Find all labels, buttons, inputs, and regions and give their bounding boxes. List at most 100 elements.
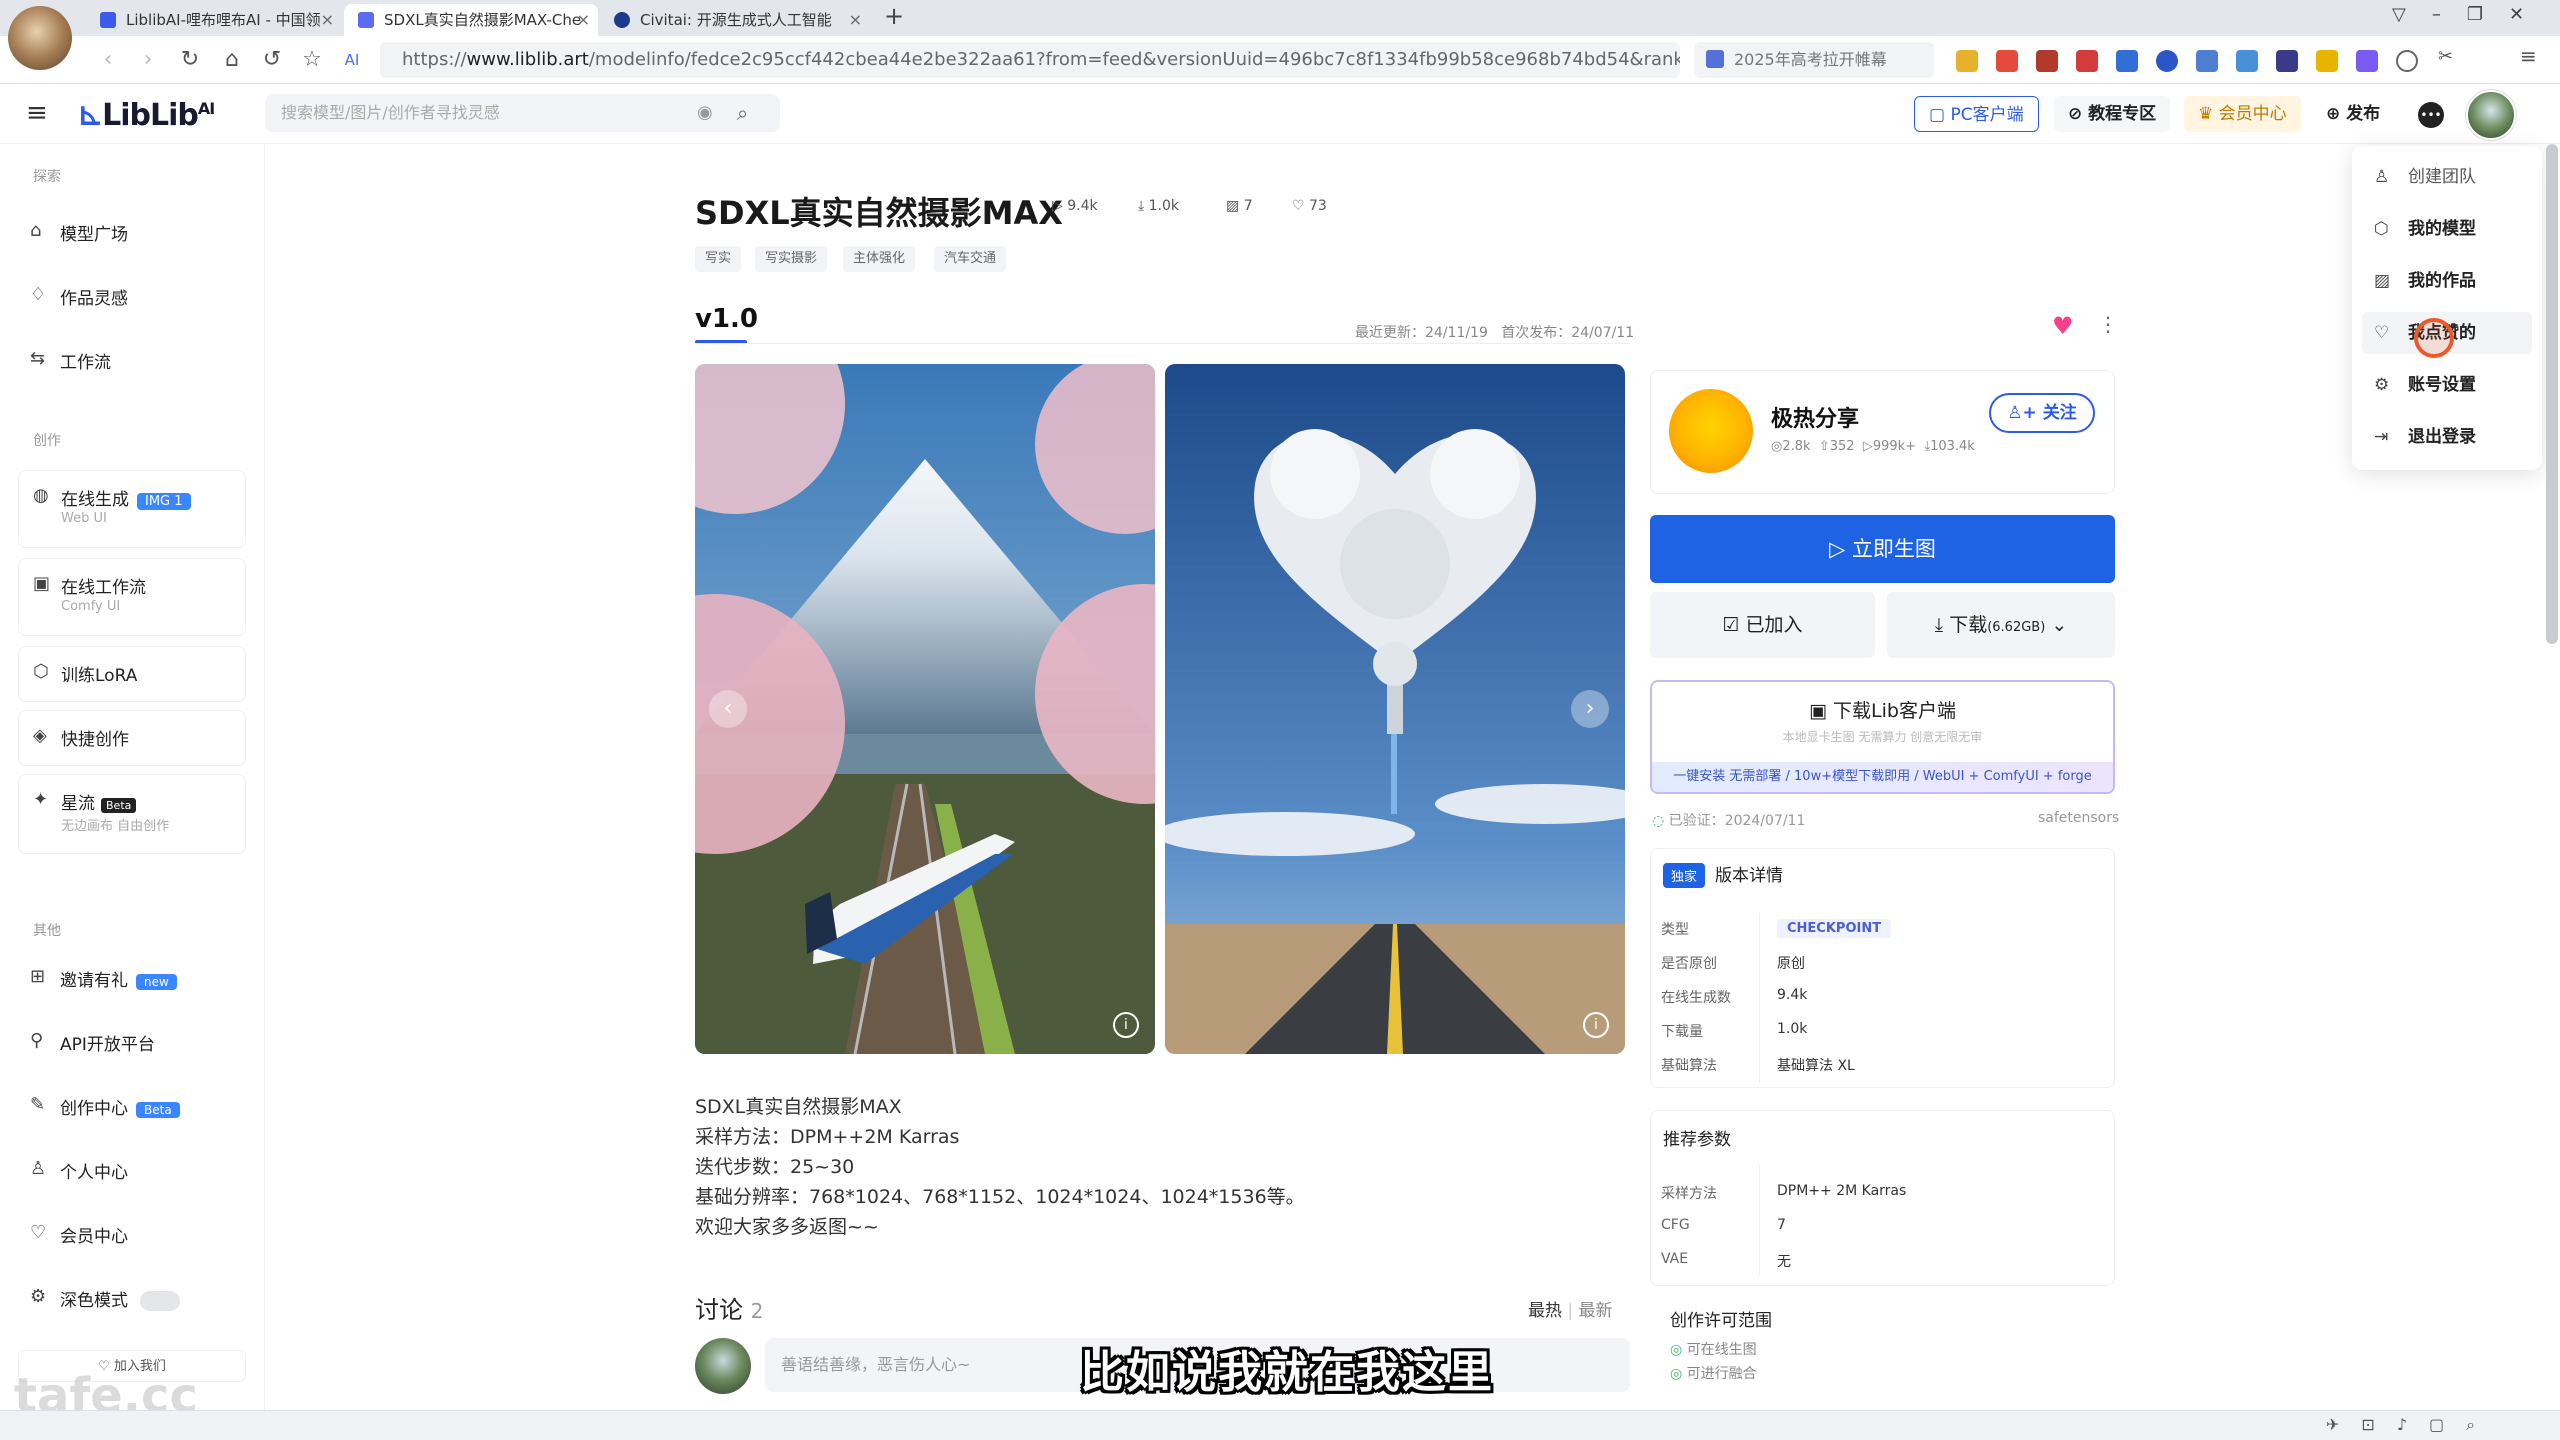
status-icons: ✈⊡♪▢⌕: [2326, 1415, 2498, 1434]
scissors-icon[interactable]: ✂: [2438, 46, 2460, 68]
workflow-grid-icon: ▣: [33, 573, 51, 594]
generate-button[interactable]: ▷ 立即生图: [1650, 515, 2115, 583]
version-tab[interactable]: v1.0: [695, 304, 758, 334]
search-icon[interactable]: ⌕: [737, 94, 748, 132]
add-user-icon: ♙: [2374, 167, 2390, 187]
like-icon: ⇧: [1818, 439, 1830, 454]
kv-divider: [1759, 1165, 1760, 1275]
menu-item-my-works[interactable]: ▨ 我的作品: [2362, 260, 2532, 302]
tag[interactable]: 写实: [695, 246, 742, 272]
pc-client-button[interactable]: ▢ PC客户端: [1914, 96, 2039, 132]
extension-icon[interactable]: [2196, 50, 2218, 72]
author-name[interactable]: 极热分享: [1771, 401, 1859, 433]
ai-extension-icon[interactable]: AI: [336, 44, 368, 76]
page-scrollbar[interactable]: [2546, 144, 2558, 644]
menu-item-logout[interactable]: ⇥ 退出登录: [2362, 416, 2532, 458]
menu-icon[interactable]: ≡: [2520, 44, 2542, 68]
extension-icon[interactable]: [2316, 50, 2338, 72]
extension-icon[interactable]: [2036, 50, 2058, 72]
hamburger-icon[interactable]: ≡: [26, 98, 48, 128]
close-tab-icon[interactable]: ×: [577, 4, 590, 36]
pen-icon: ✎: [30, 1094, 46, 1115]
publish-button[interactable]: ⊕ 发布: [2312, 96, 2395, 132]
sidebar-card-quick-create[interactable]: ◈ 快捷创作: [18, 710, 246, 766]
client-download-card[interactable]: ▣ 下载Lib客户端 本地显卡生图 无需算力 创意无限无审 一键安装 无需部署 …: [1650, 680, 2115, 794]
sidebar-card-starflow[interactable]: ✦ 星流 Beta 无边画布 自由创作: [18, 774, 246, 854]
menu-item-account-settings[interactable]: ⚙ 账号设置: [2362, 364, 2532, 406]
url-bar[interactable]: https://www.liblib.art/modelinfo/fedce2c…: [380, 42, 1680, 78]
close-window-icon[interactable]: ✕: [2509, 4, 2550, 25]
lora-icon: ⬡: [33, 661, 49, 682]
favorite-heart-icon[interactable]: ♥: [2052, 312, 2074, 340]
extension-icon[interactable]: [2156, 50, 2178, 72]
menu-item-create-team[interactable]: ♙ 创建团队: [2362, 156, 2532, 198]
license-item: ◎ 可进行融合: [1670, 1366, 1757, 1382]
civitai-tab-icon: [614, 12, 630, 28]
tab-search-icon[interactable]: ▽: [2392, 4, 2432, 25]
author-avatar[interactable]: [1669, 389, 1753, 473]
liblib-tab-icon: [358, 12, 374, 28]
carousel-prev-button[interactable]: ‹: [709, 690, 747, 728]
camera-icon[interactable]: ◉: [697, 94, 713, 132]
sort-hot-button[interactable]: 最热: [1528, 1301, 1562, 1321]
user-icon: ♙: [30, 1158, 47, 1179]
close-tab-icon[interactable]: ×: [849, 4, 862, 36]
image-info-icon[interactable]: i: [1583, 1012, 1609, 1038]
sort-new-button[interactable]: 最新: [1579, 1301, 1613, 1321]
downloads-icon[interactable]: [2396, 50, 2418, 72]
tab-model-page[interactable]: SDXL真实自然摄影MAX-Che ×: [344, 4, 598, 36]
extension-icon[interactable]: [1996, 50, 2018, 72]
tag[interactable]: 主体强化: [843, 246, 916, 272]
client-feature-strip: 一键安装 无需部署 / 10w+模型下载即用 / WebUI + ComfyUI…: [1652, 762, 2113, 792]
model-dates: 最近更新：24/11/19 首次发布：24/07/11: [1355, 325, 1635, 341]
dark-mode-toggle[interactable]: [140, 1291, 180, 1311]
extension-icon[interactable]: [2276, 50, 2298, 72]
tab-civitai[interactable]: Civitai: 开源生成式人工智能 ×: [600, 4, 870, 36]
image-info-icon[interactable]: i: [1113, 1012, 1139, 1038]
logout-icon: ⇥: [2374, 427, 2389, 447]
user-avatar[interactable]: [2466, 90, 2516, 140]
shield-check-icon: ◌: [1652, 813, 1665, 829]
member-center-button[interactable]: ♛ 会员中心: [2184, 96, 2301, 132]
home-icon[interactable]: ⌂: [216, 44, 248, 76]
tab-liblib-home[interactable]: LiblibAI-哩布哩布AI - 中国领 ×: [86, 4, 342, 36]
minimize-icon[interactable]: –: [2432, 4, 2467, 25]
sidebar-card-train-lora[interactable]: ⬡ 训练LoRA: [18, 646, 246, 702]
site-search-input[interactable]: 搜索模型/图片/创作者寻找灵感 ◉ ⌕: [265, 94, 780, 132]
bookmark-star-icon[interactable]: ☆: [296, 44, 328, 76]
extension-icon[interactable]: [1956, 50, 1978, 72]
desktop-icon: ▣: [1809, 700, 1827, 722]
restore-icon[interactable]: ❐: [2467, 4, 2509, 25]
extension-icon[interactable]: [2356, 50, 2378, 72]
back-icon[interactable]: ‹: [92, 44, 124, 76]
liblib-logo[interactable]: ⊾LibLibAI: [78, 98, 215, 133]
tag[interactable]: 汽车交通: [934, 246, 1007, 272]
browser-search-input[interactable]: 2025年高考拉开帷幕: [1694, 42, 1934, 78]
tutorial-button[interactable]: ⊘ 教程专区: [2054, 96, 2171, 132]
sidebar: 探索 ⌂ 模型广场 ♢ 作品灵感 ⇆ 工作流 创作 ◍ 在线生成 IMG 1 Web U…: [0, 144, 265, 1410]
tag[interactable]: 写实摄影: [755, 246, 828, 272]
extension-icon[interactable]: [2236, 50, 2258, 72]
extension-icon[interactable]: [2116, 50, 2138, 72]
version-details-panel: 独家 版本详情 类型 CHECKPOINT 是否原创 原创 在线生成数 9.4k 下载量…: [1650, 848, 2115, 1088]
reload-icon[interactable]: ↻: [174, 44, 206, 76]
menu-item-my-models[interactable]: ⬡ 我的模型: [2362, 208, 2532, 250]
sidebar-card-online-gen[interactable]: ◍ 在线生成 IMG 1 Web UI: [18, 470, 246, 548]
carousel-next-button[interactable]: ›: [1571, 690, 1609, 728]
download-button[interactable]: ⤓ 下载(6.62GB) ⌄: [1887, 592, 2115, 658]
message-icon[interactable]: •••: [2418, 102, 2444, 128]
user-dropdown-menu: ♙ 创建团队 ⬡ 我的模型 ▨ 我的作品 ♡ 我点赞的 ⚙ 账号设置 ⇥ 退出登录: [2352, 146, 2542, 470]
gallery-image-heart-cloud[interactable]: › i: [1165, 364, 1625, 1054]
extension-icon[interactable]: [2076, 50, 2098, 72]
close-tab-icon[interactable]: ×: [321, 4, 334, 36]
more-options-icon[interactable]: ⋮: [2098, 312, 2118, 336]
sidebar-card-online-workflow[interactable]: ▣ 在线工作流 Comfy UI: [18, 558, 246, 636]
play-icon: ▷: [1052, 198, 1068, 214]
gallery-image-fuji[interactable]: ‹ i: [695, 364, 1155, 1054]
follow-button[interactable]: ♙+ 关注: [1989, 393, 2095, 433]
added-button[interactable]: ☑ 已加入: [1650, 592, 1875, 658]
browser-profile-avatar[interactable]: [8, 6, 72, 70]
new-tab-button[interactable]: +: [884, 2, 904, 30]
undo-icon[interactable]: ↺: [256, 44, 288, 76]
forward-icon[interactable]: ›: [132, 44, 164, 76]
